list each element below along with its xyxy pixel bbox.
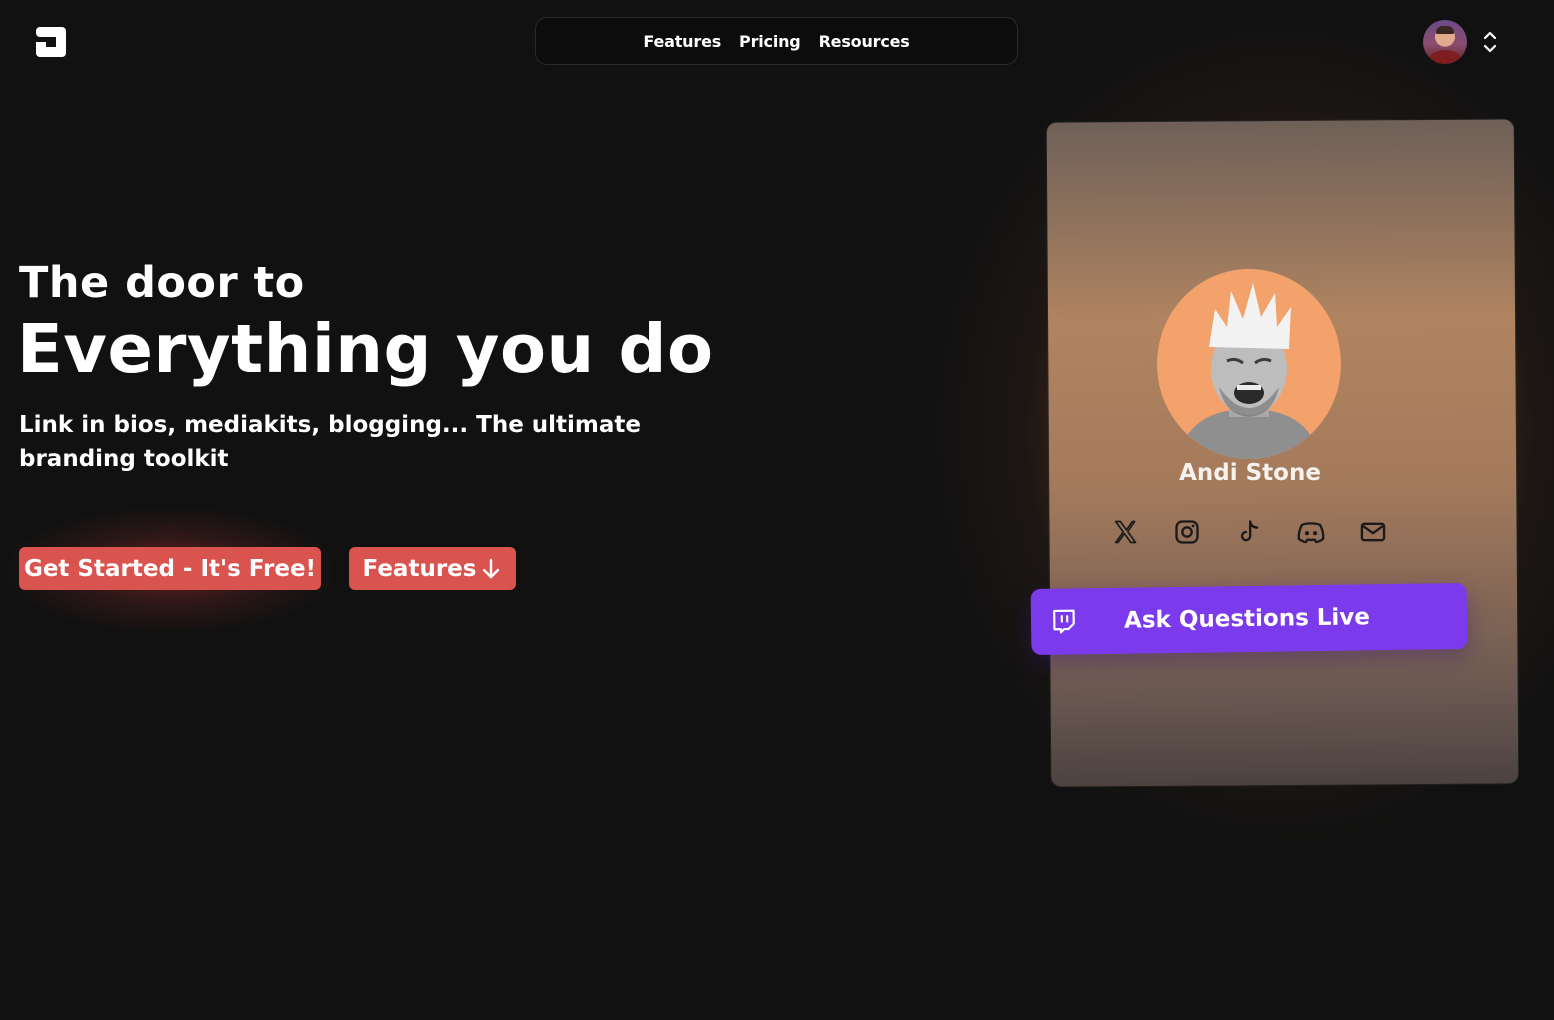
user-avatar[interactable] <box>1423 20 1467 64</box>
tiktok-icon[interactable] <box>1231 514 1267 550</box>
nav-link-features[interactable]: Features <box>643 32 721 51</box>
features-button[interactable]: Features <box>349 547 516 590</box>
ask-questions-live-label: Ask Questions Live <box>1123 604 1371 634</box>
hero-subtitle: Link in bios, mediakits, blogging... The… <box>19 412 642 472</box>
x-icon[interactable] <box>1107 514 1143 550</box>
get-started-label: Get Started - It's Free! <box>23 555 317 582</box>
profile-photo <box>1157 269 1341 459</box>
avatar-shoulders <box>1429 50 1461 64</box>
arrow-down-icon <box>480 557 502 581</box>
profile-name: Andi Stone <box>1179 460 1321 486</box>
nav-link-pricing[interactable]: Pricing <box>739 32 801 51</box>
avatar-hair <box>1436 26 1454 34</box>
mail-icon[interactable] <box>1355 514 1391 550</box>
instagram-icon[interactable] <box>1169 514 1205 550</box>
main-nav: Features Pricing Resources <box>535 17 1018 65</box>
ask-questions-live-button[interactable]: Ask Questions Live <box>1030 582 1468 656</box>
landing-page: Features Pricing Resources The door to E… <box>0 0 1554 1020</box>
social-links <box>1107 512 1391 552</box>
features-button-label: Features <box>362 555 477 582</box>
get-started-button[interactable]: Get Started - It's Free! <box>19 547 321 590</box>
hero-title: Everything you do <box>17 310 714 388</box>
discord-icon[interactable] <box>1293 514 1329 550</box>
twitch-icon <box>1051 607 1077 635</box>
nav-link-resources[interactable]: Resources <box>819 32 910 51</box>
chevrons-up-down-icon[interactable] <box>1481 28 1499 56</box>
profile-card <box>1046 119 1519 787</box>
hero-pre-title: The door to <box>19 258 305 308</box>
brand-logo-icon[interactable] <box>34 25 68 59</box>
